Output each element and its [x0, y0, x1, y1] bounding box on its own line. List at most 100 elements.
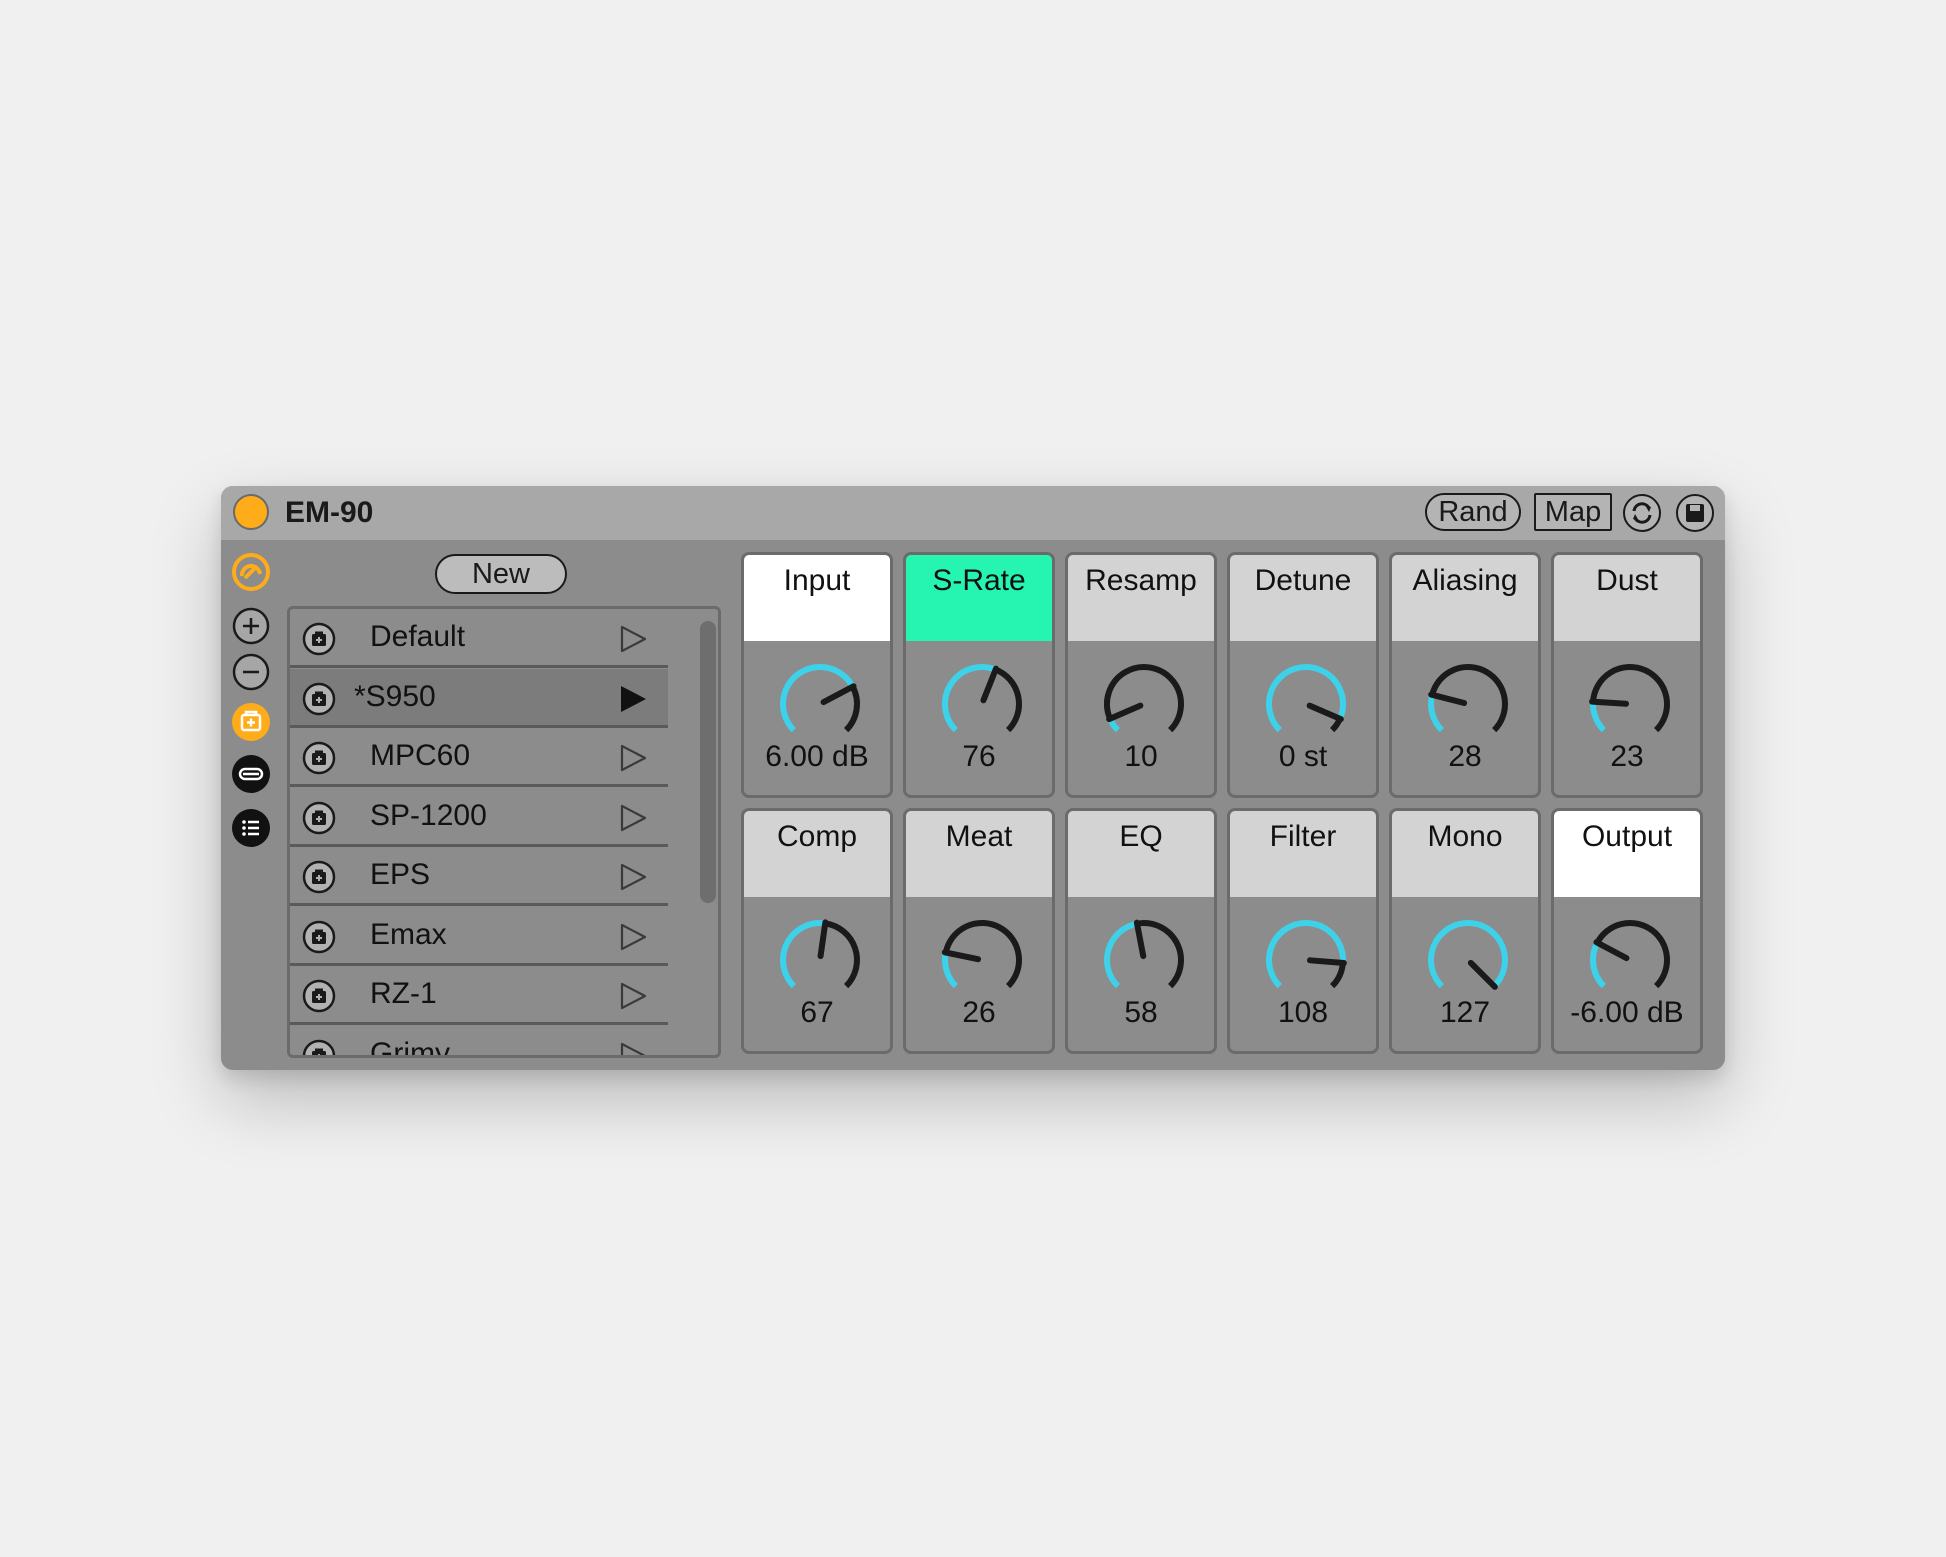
device-power-toggle[interactable] — [233, 494, 269, 530]
knob-label: Input — [783, 564, 851, 597]
knob-value: 28 — [1448, 740, 1482, 773]
knob-value: 76 — [962, 740, 996, 773]
knob-dial[interactable] — [775, 915, 865, 1005]
new-preset-button[interactable]: New — [435, 554, 567, 594]
knob-value: 127 — [1439, 996, 1491, 1029]
knob-header[interactable]: Mono — [1392, 811, 1538, 897]
knob-value: 6.00 dB — [765, 740, 869, 773]
map-button[interactable]: Map — [1534, 493, 1612, 531]
preset-list: Default *S950 MPC60 SP-1200 EPS Emax RZ-1 Grimy — [287, 606, 721, 1058]
knob-dial[interactable] — [775, 659, 865, 749]
knob-comp: Comp 67 — [741, 808, 893, 1054]
macro-logo-button[interactable] — [231, 552, 271, 592]
preset-row[interactable]: EPS — [290, 847, 668, 906]
knob-dial[interactable] — [1585, 659, 1675, 749]
preset-row[interactable]: MPC60 — [290, 728, 668, 787]
knob-label: Aliasing — [1412, 564, 1518, 597]
knob-label: Resamp — [1085, 564, 1197, 597]
preset-save-icon[interactable] — [302, 622, 336, 656]
knob-aliasing: Aliasing 28 — [1389, 552, 1541, 798]
list-view-button[interactable] — [231, 808, 271, 848]
knob-header[interactable]: Comp — [744, 811, 890, 897]
knob-dial[interactable] — [1099, 659, 1189, 749]
preset-name: Emax — [370, 917, 447, 951]
macro-logo-icon — [232, 553, 270, 591]
knob-header[interactable]: Input — [744, 555, 890, 641]
preset-save-icon[interactable] — [302, 682, 336, 716]
play-icon[interactable] — [617, 742, 649, 774]
knob-header[interactable]: S-Rate — [906, 555, 1052, 641]
knob-label: Output — [1581, 820, 1673, 853]
preset-save-icon[interactable] — [302, 741, 336, 775]
knob-dial[interactable] — [1261, 915, 1351, 1005]
sync-icon — [1632, 502, 1652, 524]
preset-row[interactable]: *S950 — [290, 668, 668, 728]
play-icon[interactable] — [617, 1040, 649, 1059]
minus-filled-icon — [232, 755, 270, 793]
preset-name: RZ-1 — [370, 977, 437, 1010]
knob-dial[interactable] — [1099, 915, 1189, 1005]
rand-button[interactable]: Rand — [1425, 493, 1521, 531]
knob-label: S-Rate — [932, 564, 1026, 597]
knob-label: Dust — [1596, 564, 1658, 597]
knob-dial[interactable] — [1585, 915, 1675, 1005]
knob-dial[interactable] — [937, 659, 1027, 749]
knob-detune: Detune 0 st — [1227, 552, 1379, 798]
knob-header[interactable]: Meat — [906, 811, 1052, 897]
preset-save-icon[interactable] — [302, 860, 336, 894]
knob-dust: Dust 23 — [1551, 552, 1703, 798]
knob-output: Output -6.00 dB — [1551, 808, 1703, 1054]
knob-header[interactable]: Output — [1554, 811, 1700, 897]
knob-dial[interactable] — [1423, 915, 1513, 1005]
device-titlebar: EM-90 Rand Map — [221, 486, 1725, 540]
preset-add-button[interactable] — [231, 702, 271, 742]
knob-header[interactable]: Aliasing — [1392, 555, 1538, 641]
knob-label: EQ — [1119, 820, 1163, 853]
knob-dial[interactable] — [1423, 659, 1513, 749]
play-icon[interactable] — [617, 683, 649, 715]
knob-value: -6.00 dB — [1570, 996, 1684, 1029]
knob-header[interactable]: Filter — [1230, 811, 1376, 897]
knob-header[interactable]: Resamp — [1068, 555, 1214, 641]
play-icon[interactable] — [617, 802, 649, 834]
knob-label: Filter — [1269, 820, 1337, 853]
save-button[interactable] — [1676, 494, 1714, 532]
preset-row[interactable]: Grimy — [290, 1026, 668, 1059]
preset-name: *S950 — [354, 679, 436, 713]
preset-add-icon — [232, 703, 270, 741]
preset-row[interactable]: Emax — [290, 907, 668, 966]
preset-row[interactable]: RZ-1 — [290, 966, 668, 1025]
preset-row[interactable]: Default — [290, 609, 668, 668]
play-icon[interactable] — [617, 980, 649, 1012]
play-icon[interactable] — [617, 921, 649, 953]
sync-button[interactable] — [1623, 494, 1661, 532]
preset-save-icon[interactable] — [302, 801, 336, 835]
preset-save-icon[interactable] — [302, 979, 336, 1013]
preset-row[interactable]: SP-1200 — [290, 788, 668, 847]
preset-save-icon[interactable] — [302, 920, 336, 954]
collapse-button[interactable] — [231, 754, 271, 794]
knob-eq: EQ 58 — [1065, 808, 1217, 1054]
knob-s-rate: S-Rate 76 — [903, 552, 1055, 798]
play-icon[interactable] — [617, 861, 649, 893]
preset-name: SP-1200 — [370, 798, 487, 832]
preset-name: MPC60 — [370, 739, 471, 772]
preset-save-icon[interactable] — [302, 1039, 336, 1059]
play-icon[interactable] — [617, 623, 649, 655]
knob-dial[interactable] — [937, 915, 1027, 1005]
preset-scrollbar[interactable] — [700, 621, 716, 903]
list-icon — [232, 809, 270, 847]
knob-value: 26 — [962, 996, 996, 1029]
knob-dial[interactable] — [1261, 659, 1351, 749]
knob-header[interactable]: Detune — [1230, 555, 1376, 641]
remove-button[interactable] — [231, 652, 271, 692]
knob-label: Mono — [1427, 820, 1503, 853]
device-title: EM-90 — [285, 496, 374, 529]
preset-name: EPS — [370, 858, 431, 891]
knob-header[interactable]: EQ — [1068, 811, 1214, 897]
knob-mono: Mono 127 — [1389, 808, 1541, 1054]
add-button[interactable] — [231, 606, 271, 646]
knob-header[interactable]: Dust — [1554, 555, 1700, 641]
knob-meat: Meat 26 — [903, 808, 1055, 1054]
knob-value: 23 — [1610, 740, 1644, 773]
